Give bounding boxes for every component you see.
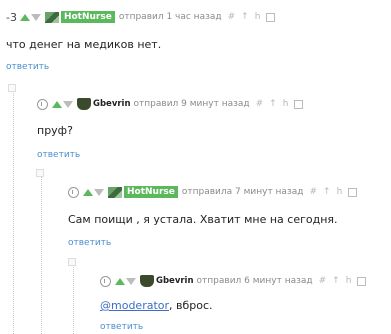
author-name[interactable]: Gbevrin	[156, 276, 194, 286]
comment-score: -3	[6, 10, 17, 24]
comment-text: Сам поищи , я устала. Хватит мне на сего…	[68, 213, 338, 226]
comment-meta: отправила 7 минут назад	[181, 187, 304, 197]
upvote-icon[interactable]	[52, 100, 62, 108]
permalink-icon[interactable]: #	[256, 99, 264, 109]
avatar[interactable]	[108, 186, 122, 198]
parent-icon[interactable]: ↑	[332, 276, 340, 286]
avatar[interactable]	[77, 98, 91, 110]
comment-text: пруф?	[37, 124, 73, 137]
comment-header: Gbevrin отправил 9 минут назад # ↑ h	[37, 98, 304, 110]
upvote-icon[interactable]	[83, 188, 93, 196]
downvote-icon[interactable]	[30, 13, 41, 21]
comment-header: -3 HotNurse отправил 1 час назад # ↑ h	[6, 10, 276, 24]
save-icon[interactable]	[357, 276, 367, 286]
info-icon[interactable]	[100, 275, 111, 287]
history-icon[interactable]: h	[337, 187, 343, 197]
comment-header: Gbevrin отправил 6 минут назад # ↑ h	[100, 275, 367, 287]
thread-toggle[interactable]	[8, 84, 16, 92]
thread-toggle[interactable]	[68, 258, 76, 266]
permalink-icon[interactable]: #	[309, 187, 317, 197]
comment-header: HotNurse отправила 7 минут назад # ↑ h	[68, 186, 358, 198]
parent-icon[interactable]: ↑	[269, 99, 277, 109]
info-icon[interactable]	[37, 98, 48, 110]
parent-icon[interactable]: ↑	[241, 12, 249, 22]
author-badge[interactable]: HotNurse	[60, 11, 115, 23]
permalink-icon[interactable]: #	[228, 12, 236, 22]
downvote-icon[interactable]	[126, 277, 136, 285]
mention-link[interactable]: @moderator	[100, 299, 169, 312]
history-icon[interactable]: h	[255, 12, 261, 22]
avatar[interactable]	[140, 275, 154, 287]
upvote-icon[interactable]	[115, 277, 125, 285]
reply-link[interactable]: ответить	[100, 322, 143, 332]
save-icon[interactable]	[266, 12, 276, 22]
downvote-icon[interactable]	[94, 188, 104, 196]
thread-line	[13, 88, 14, 334]
reply-link[interactable]: ответить	[37, 150, 80, 160]
history-icon[interactable]: h	[346, 276, 352, 286]
thread-toggle[interactable]	[36, 169, 44, 177]
reply-link[interactable]: ответить	[68, 238, 111, 248]
permalink-icon[interactable]: #	[319, 276, 327, 286]
avatar[interactable]	[44, 11, 59, 23]
comment-text-rest: , вброс.	[169, 299, 213, 312]
comment-text: что денег на медиков нет.	[6, 38, 162, 51]
info-icon[interactable]	[68, 186, 79, 198]
comment-meta: отправил 6 минут назад	[196, 276, 313, 286]
save-icon[interactable]	[348, 187, 358, 197]
comment-text: @moderator, вброс.	[100, 299, 213, 312]
thread-line	[41, 173, 42, 334]
comment-meta: отправил 1 час назад	[118, 12, 222, 22]
thread-line	[73, 262, 74, 334]
save-icon[interactable]	[294, 99, 304, 109]
comment-meta: отправил 9 минут назад	[133, 99, 250, 109]
author-name[interactable]: Gbevrin	[93, 99, 131, 109]
downvote-icon[interactable]	[63, 100, 73, 108]
history-icon[interactable]: h	[283, 99, 289, 109]
upvote-icon[interactable]	[19, 13, 30, 21]
reply-link[interactable]: ответить	[6, 62, 49, 72]
author-badge[interactable]: HotNurse	[124, 186, 178, 198]
parent-icon[interactable]: ↑	[323, 187, 331, 197]
